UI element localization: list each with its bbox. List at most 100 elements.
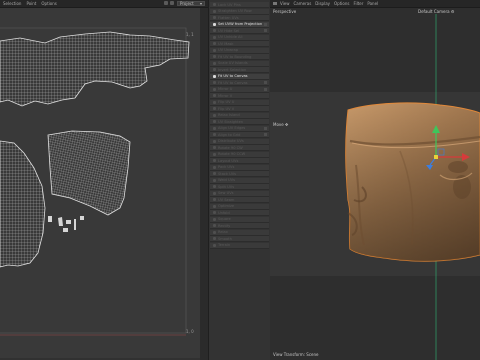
- uv-islands-svg: [0, 27, 190, 336]
- tool-icon: [213, 230, 216, 234]
- uv-menu-point[interactable]: Point: [26, 1, 36, 6]
- uv-menu-options[interactable]: Options: [41, 1, 56, 6]
- tool-item[interactable]: Terrain: [210, 242, 269, 249]
- tool-icon: [213, 74, 216, 78]
- tool-item[interactable]: Flatten UVs: [210, 15, 269, 21]
- tool-item[interactable]: Relax: [210, 229, 269, 236]
- tool-icon: [213, 16, 216, 19]
- tool-icon: [213, 146, 216, 149]
- tool-item[interactable]: Align to Grid: [210, 132, 269, 138]
- tool-item[interactable]: Fit UV to Canvas: [210, 73, 269, 80]
- tool-item[interactable]: Flip UV U: [210, 99, 269, 106]
- tool-icon: [213, 172, 216, 175]
- tool-option-toggle[interactable]: [264, 29, 267, 32]
- tool-icon: [213, 152, 216, 156]
- tool-item[interactable]: Relax Island: [210, 112, 269, 119]
- tool-item[interactable]: Unfold: [210, 210, 269, 216]
- tool-item[interactable]: Fit UV to Canvas: [210, 80, 269, 86]
- tool-item[interactable]: Rotate 90 CCW: [210, 151, 269, 158]
- tool-item[interactable]: Sew UVs: [210, 190, 269, 197]
- tool-item-label: Relax Island: [218, 113, 240, 117]
- tool-item[interactable]: Mirror V: [210, 93, 269, 99]
- tool-item-label: Straighten UV Row: [218, 9, 252, 13]
- tool-item-label: Fit UV to Canvas: [218, 74, 248, 78]
- tool-item[interactable]: Mirror U: [210, 86, 269, 93]
- tool-item-label: UV Unhide All: [218, 35, 243, 39]
- tool-item-label: Layout UVs: [218, 158, 239, 163]
- tool-item[interactable]: Distribute UVs: [210, 138, 269, 145]
- tool-icon: [213, 204, 216, 208]
- tool-item[interactable]: UV Mask: [210, 41, 269, 47]
- tool-item-label: Scale UV Islands: [218, 61, 248, 65]
- tool-item-label: Distribute UVs: [218, 139, 244, 143]
- tool-item[interactable]: UV Straighten: [210, 119, 269, 125]
- tool-option-toggle[interactable]: [264, 87, 267, 91]
- tool-icon: [213, 159, 216, 162]
- tool-item[interactable]: Stack UVs: [210, 171, 269, 177]
- tool-item-label: Weld UVs: [218, 178, 235, 182]
- tool-item[interactable]: UV Unhide All: [210, 34, 269, 41]
- tool-item[interactable]: Square: [210, 216, 269, 223]
- tool-item[interactable]: Optimize: [210, 203, 269, 210]
- uv-coord-top-right: 1, 1: [186, 32, 194, 37]
- tool-icon: [213, 120, 216, 123]
- uv-projection-dropdown[interactable]: Project ▾: [177, 1, 205, 6]
- tool-panel: Lock UV Pins Straighten UV Row Flatten UVs…: [208, 0, 271, 360]
- tool-icon: [213, 3, 216, 6]
- tool-item-label: Square: [218, 217, 231, 221]
- tool-icon: [213, 22, 216, 26]
- tool-icon: [213, 133, 216, 136]
- tool-item[interactable]: Flip UV V: [210, 106, 269, 112]
- uv-island-tiny-6: [63, 228, 68, 232]
- tool-option-toggle[interactable]: [264, 126, 267, 130]
- tool-icon: [213, 126, 216, 130]
- tool-item-label: UV Seam: [218, 197, 235, 202]
- uv-coord-bottom-right: 1, 0: [186, 329, 194, 334]
- uv-dropdown-value: Project: [180, 1, 194, 6]
- tool-item[interactable]: Pack UVs: [210, 164, 269, 171]
- tool-item[interactable]: Smooth: [210, 236, 269, 242]
- tool-item[interactable]: UV Unwrap: [210, 47, 269, 54]
- tool-icon: [213, 94, 216, 97]
- tool-item[interactable]: Layout UVs: [210, 158, 269, 164]
- tool-item[interactable]: UV Seam: [210, 197, 269, 203]
- tool-icon: [213, 113, 216, 117]
- uv-island-tiny-2: [58, 217, 63, 226]
- uv-island-left-large: [0, 140, 46, 268]
- tool-item[interactable]: Fit UV to Bounding: [210, 54, 269, 60]
- tool-item-label: Rotate 90 CCW: [218, 152, 246, 156]
- tool-item-label: Stack UVs: [218, 171, 237, 176]
- tool-option-toggle[interactable]: [264, 81, 267, 84]
- uv-grid-icon[interactable]: [164, 1, 168, 5]
- tool-item[interactable]: Split UVs: [210, 184, 269, 190]
- tool-item-label: Pack UVs: [218, 165, 235, 169]
- tool-item-label: UV Hide Sel: [218, 28, 240, 33]
- tool-option-toggle[interactable]: [264, 133, 267, 136]
- uv-snap-icon[interactable]: [170, 1, 174, 5]
- uv-menu-selection[interactable]: Selection: [3, 1, 21, 6]
- tool-item-label: Align UV Edges: [218, 126, 246, 130]
- tool-item[interactable]: UV Hide Sel: [210, 28, 269, 34]
- tool-item[interactable]: Set UVW from Projection: [210, 21, 269, 28]
- sculpt-model[interactable]: [340, 95, 480, 280]
- tool-item-label: Fit UV to Bounding: [218, 54, 252, 59]
- tool-item[interactable]: Lock UV Pins: [210, 2, 269, 8]
- uv-island-tiny-3: [66, 220, 71, 224]
- tool-item-label: Invert Selection: [218, 67, 247, 72]
- tool-item[interactable]: Align UV Edges: [210, 125, 269, 132]
- tool-icon: [213, 48, 216, 52]
- tool-item[interactable]: Invert Selection: [210, 67, 269, 73]
- tool-icon: [213, 224, 216, 227]
- tool-item[interactable]: Weld UVs: [210, 177, 269, 184]
- tool-icon: [213, 191, 216, 195]
- tool-icon: [213, 139, 216, 143]
- tool-item[interactable]: Rectify: [210, 223, 269, 229]
- tool-item-label: Optimize: [218, 204, 235, 208]
- tool-item[interactable]: Scale UV Islands: [210, 60, 269, 67]
- tool-item[interactable]: Straighten UV Row: [210, 8, 269, 15]
- tool-item-label: UV Straighten: [218, 119, 244, 124]
- tool-option-toggle[interactable]: [264, 22, 267, 26]
- viewport-3d[interactable]: View Cameras Display Options Filter Pane…: [270, 0, 480, 360]
- tool-item[interactable]: Rotate 90 CW: [210, 145, 269, 151]
- uv-canvas[interactable]: 1, 1 1, 0: [0, 8, 200, 358]
